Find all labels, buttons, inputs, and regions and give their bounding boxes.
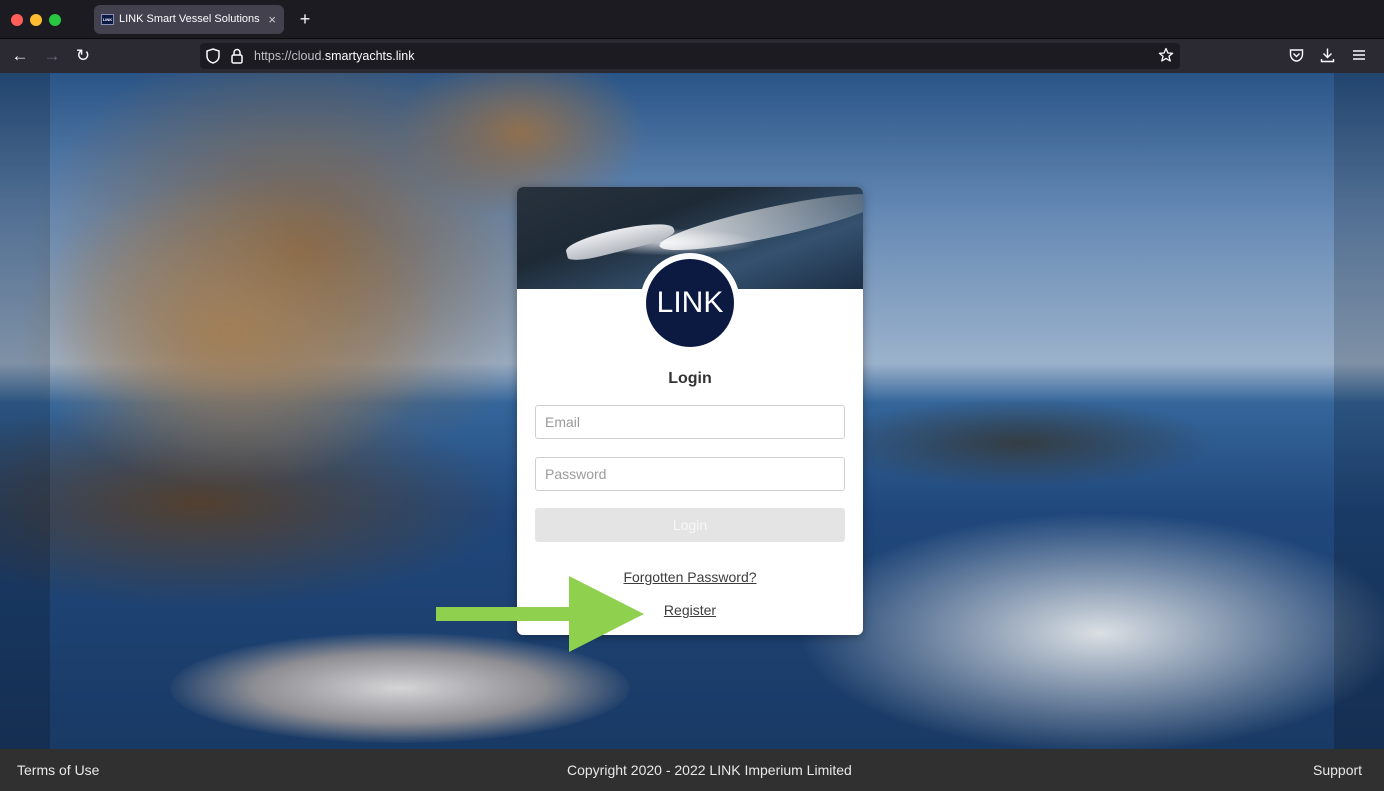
browser-tab-bar: LINK LINK Smart Vessel Solutions × +	[0, 0, 1384, 39]
url-text[interactable]: https://cloud.smartyachts.link	[254, 43, 414, 69]
address-bar[interactable]: https://cloud.smartyachts.link	[200, 43, 1180, 69]
forward-icon[interactable]: →	[40, 39, 64, 73]
email-field[interactable]	[535, 405, 845, 439]
minimize-window-button[interactable]	[30, 14, 42, 26]
back-icon[interactable]: ←	[8, 39, 32, 73]
link-logo: LINK	[640, 253, 740, 353]
lock-icon[interactable]	[231, 48, 243, 64]
annotation-arrow-icon	[436, 576, 644, 652]
yacht-image	[563, 216, 677, 264]
logo-text: LINK	[646, 259, 734, 347]
login-card: LINK Login Login Forgotten Password? Reg…	[517, 187, 863, 635]
login-button[interactable]: Login	[535, 508, 845, 542]
terms-of-use-link[interactable]: Terms of Use	[17, 749, 99, 791]
shield-icon[interactable]	[206, 48, 220, 64]
bookmark-star-icon[interactable]	[1158, 47, 1174, 63]
browser-toolbar: ← → ↻ https://cloud.smartyachts.link	[0, 39, 1384, 73]
new-tab-button[interactable]: +	[296, 8, 314, 30]
download-icon[interactable]	[1320, 47, 1335, 63]
browser-tab[interactable]: LINK LINK Smart Vessel Solutions ×	[94, 5, 284, 34]
page-footer: Terms of Use Copyright 2020 - 2022 LINK …	[0, 749, 1384, 791]
menu-icon[interactable]	[1352, 47, 1366, 63]
close-tab-icon[interactable]: ×	[268, 5, 276, 34]
copyright-text: Copyright 2020 - 2022 LINK Imperium Limi…	[567, 762, 852, 778]
reload-icon[interactable]: ↻	[71, 39, 95, 73]
password-field[interactable]	[535, 457, 845, 491]
tab-title: LINK Smart Vessel Solutions	[119, 13, 260, 25]
site-favicon-icon: LINK	[101, 14, 114, 25]
close-window-button[interactable]	[11, 14, 23, 26]
boat-wake	[656, 187, 863, 261]
support-link[interactable]: Support	[1313, 749, 1362, 791]
maximize-window-button[interactable]	[49, 14, 61, 26]
login-heading: Login	[668, 370, 712, 387]
pocket-icon[interactable]	[1289, 47, 1304, 63]
